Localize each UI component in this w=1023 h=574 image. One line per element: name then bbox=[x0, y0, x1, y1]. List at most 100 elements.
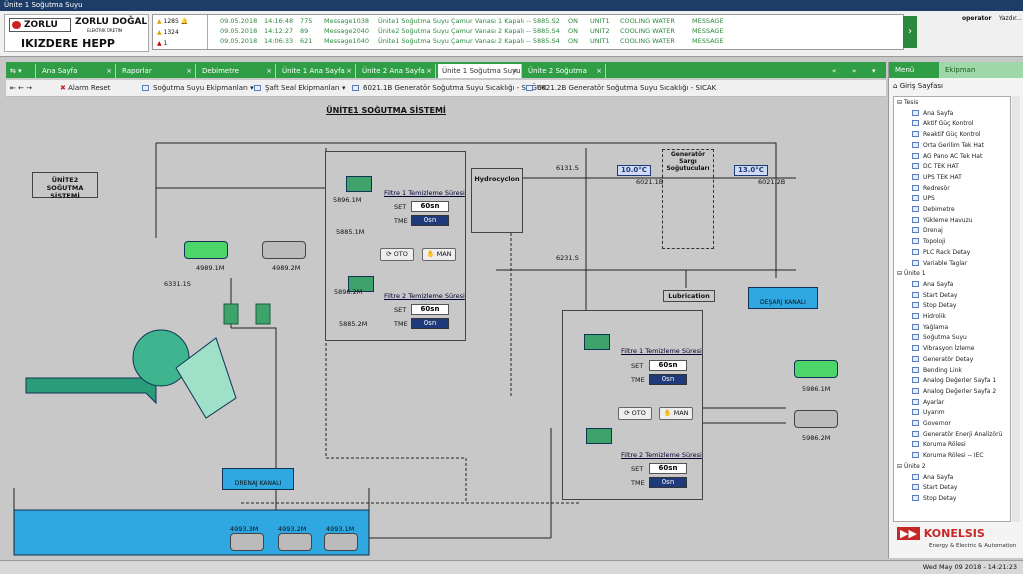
temp-6021-1b[interactable]: 10.0°C bbox=[617, 165, 651, 176]
pump-4989-2m[interactable] bbox=[262, 241, 306, 259]
tree-label: Aktif Güç Kontrol bbox=[923, 120, 974, 128]
tab-list-icon[interactable]: ▾ bbox=[868, 64, 884, 78]
oto-button[interactable]: ⟳ OTO bbox=[380, 248, 414, 261]
tree-item[interactable]: Koruma Rölesi -- IEC bbox=[912, 452, 984, 459]
temp-6021-2b[interactable]: 13.0°C bbox=[734, 165, 768, 176]
tree-item[interactable]: Analog Değerler Sayfa 1 bbox=[912, 377, 996, 384]
tab-menu-toggle[interactable]: ⇆ ▾ bbox=[6, 64, 36, 78]
tree-item[interactable]: Yükleme Havuzu bbox=[912, 216, 973, 224]
tree-label: Koruma Rölesi bbox=[923, 441, 966, 449]
tree-label: Drenaj bbox=[923, 227, 943, 235]
filter2b-set-input[interactable]: 60sn bbox=[649, 463, 687, 474]
tree-item[interactable]: Koruma Rölesi bbox=[912, 441, 966, 448]
filter1b-set-input[interactable]: 60sn bbox=[649, 360, 687, 371]
tree-item[interactable]: Orta Gerilim Tek Hat bbox=[912, 141, 984, 149]
close-icon[interactable]: × bbox=[596, 64, 602, 78]
filter1-set-input[interactable]: 60sn bbox=[411, 201, 449, 212]
alarm-reset-button[interactable]: ✖ Alarm Reset bbox=[60, 82, 111, 95]
page-icon bbox=[912, 441, 919, 448]
tab-ana-sayfa[interactable]: Ana Sayfa × bbox=[38, 64, 116, 78]
tree-item[interactable]: AG Pano AC Tek Hat bbox=[912, 152, 982, 160]
user-label[interactable]: operator bbox=[962, 15, 991, 22]
tree-item[interactable]: Aktif Güç Kontrol bbox=[912, 120, 973, 127]
shaft-seal-dropdown[interactable]: Şaft Seal Ekipmanları ▾ bbox=[254, 82, 345, 95]
tree-item[interactable]: Drenaj bbox=[912, 227, 943, 234]
tree-item[interactable]: DC TEK HAT bbox=[912, 163, 959, 170]
filter2b-motor[interactable] bbox=[586, 428, 612, 444]
bell-icon: 🔔 bbox=[180, 18, 189, 25]
tab-scroll-right-icon[interactable]: » bbox=[848, 64, 866, 78]
tree-item[interactable]: UPS bbox=[912, 195, 935, 202]
pump-5986-1m[interactable] bbox=[794, 360, 838, 378]
close-icon[interactable]: × bbox=[512, 64, 518, 78]
menu-tab[interactable]: Menü bbox=[889, 62, 939, 78]
tree-item[interactable]: Reaktif Güç Kontrol bbox=[912, 131, 981, 138]
tree-item[interactable]: Bending Link bbox=[912, 366, 962, 374]
tree-item[interactable]: Soğutma Suyu bbox=[912, 334, 967, 341]
tree-item[interactable]: Redresör bbox=[912, 184, 950, 192]
pump-4993-3m[interactable] bbox=[230, 533, 264, 551]
tree-group[interactable]: ⊟ Ünite 1 bbox=[897, 270, 926, 277]
pump-4989-1m[interactable] bbox=[184, 241, 228, 259]
close-icon[interactable]: × bbox=[266, 64, 272, 78]
filter1-motor[interactable] bbox=[346, 176, 372, 192]
filter2-set-input[interactable]: 60sn bbox=[411, 304, 449, 315]
alarm-expand-button[interactable]: › bbox=[903, 16, 917, 48]
tree-item[interactable]: Topoloji bbox=[912, 238, 945, 245]
tab-unite2-sogutma[interactable]: Ünite 2 Soğutma Suyu× bbox=[524, 64, 606, 89]
tree-item[interactable]: Variable Taglar bbox=[912, 259, 967, 267]
tab-unite1-ana[interactable]: Ünite 1 Ana Sayfa × bbox=[278, 64, 356, 78]
tree-scrollbar[interactable] bbox=[1012, 96, 1020, 522]
ekipman-tab[interactable]: Ekipman bbox=[939, 62, 1023, 78]
tree-item[interactable]: Generatör Enerji Analizörü bbox=[912, 430, 1002, 438]
tree-group[interactable]: ⊟ Tesis bbox=[897, 99, 918, 106]
filter1b-motor[interactable] bbox=[584, 334, 610, 350]
tree-item[interactable]: Ana Sayfa bbox=[912, 473, 953, 481]
tree-item[interactable]: Vibrasyon İzleme bbox=[912, 345, 974, 352]
tree-item[interactable]: Generatör Detay bbox=[912, 355, 973, 363]
tree-item[interactable]: PLC Rack Detay bbox=[912, 248, 970, 256]
close-icon[interactable]: × bbox=[426, 64, 432, 78]
tree-item[interactable]: Debimetre bbox=[912, 206, 955, 213]
tab-scroll-left-icon[interactable]: « bbox=[828, 64, 846, 78]
man-button-2[interactable]: ✋ MAN bbox=[659, 407, 693, 420]
tree-item[interactable]: UPS TEK HAT bbox=[912, 173, 962, 181]
tree-group[interactable]: ⊟ Ünite 2 bbox=[897, 463, 926, 470]
tab-debimetre[interactable]: Debimetre × bbox=[198, 64, 276, 78]
tab-raporlar[interactable]: Raporlar × bbox=[118, 64, 196, 78]
cooling-equipment-dropdown[interactable]: Soğutma Suyu Ekipmanları ▾ bbox=[142, 82, 254, 95]
tree-item[interactable]: Stop Detay bbox=[912, 302, 956, 309]
tree-item[interactable]: Ayarlar bbox=[912, 398, 944, 406]
tree-item[interactable]: Hidrolik bbox=[912, 313, 946, 320]
tree-item[interactable]: Ana Sayfa bbox=[912, 280, 953, 288]
tree-item[interactable]: Start Detay bbox=[912, 291, 957, 299]
close-icon[interactable]: × bbox=[186, 64, 192, 78]
page-icon bbox=[912, 141, 919, 148]
alarm-count-row: ▲ 1285 🔔 bbox=[157, 18, 189, 25]
oto-button-2[interactable]: ⟳ OTO bbox=[618, 407, 652, 420]
link-6021-1b[interactable]: 6021.1B Generatör Soğutma Suyu Sıcaklığı… bbox=[352, 82, 547, 95]
pump-5986-2m[interactable] bbox=[794, 410, 838, 428]
close-icon[interactable]: × bbox=[106, 64, 112, 78]
close-icon[interactable]: × bbox=[346, 64, 352, 78]
man-button[interactable]: ✋ MAN bbox=[422, 248, 456, 261]
nav-arrows[interactable]: ⇤ ← → bbox=[10, 82, 32, 95]
tree-item[interactable]: Uyarım bbox=[912, 409, 945, 416]
tree-item[interactable]: Yağlama bbox=[912, 323, 948, 331]
tree-item[interactable]: Analog Değerler Sayfa 2 bbox=[912, 387, 996, 395]
link-6021-2b[interactable]: 6021.2B Generatör Soğutma Suyu Sıcaklığı… bbox=[526, 82, 716, 95]
tree-item[interactable]: Ana Sayfa bbox=[912, 109, 953, 117]
unite2-system-button[interactable]: ÜNİTE2 SOĞUTMA SİSTEMİ bbox=[32, 172, 98, 200]
hydrocyclone[interactable]: Hydrocyclon bbox=[471, 168, 523, 233]
tab-unite1-sogutma[interactable]: Ünite 1 Soğutma Suyu × bbox=[438, 64, 522, 78]
pump-4993-2m[interactable] bbox=[278, 533, 312, 551]
home-link[interactable]: ⌂ Giriş Sayfası bbox=[893, 82, 943, 90]
tree-label: UPS TEK HAT bbox=[923, 173, 962, 181]
tab-unite2-ana[interactable]: Ünite 2 Ana Sayfa × bbox=[358, 64, 436, 78]
tree-item[interactable]: Governor bbox=[912, 420, 951, 427]
tree-item[interactable]: Stop Detay bbox=[912, 494, 956, 502]
print-label[interactable]: Yazdır... bbox=[999, 15, 1022, 22]
pump-4993-1m[interactable] bbox=[324, 533, 358, 551]
tree-item[interactable]: Start Detay bbox=[912, 484, 957, 491]
lubrication-box[interactable]: Lubrication bbox=[663, 290, 715, 302]
